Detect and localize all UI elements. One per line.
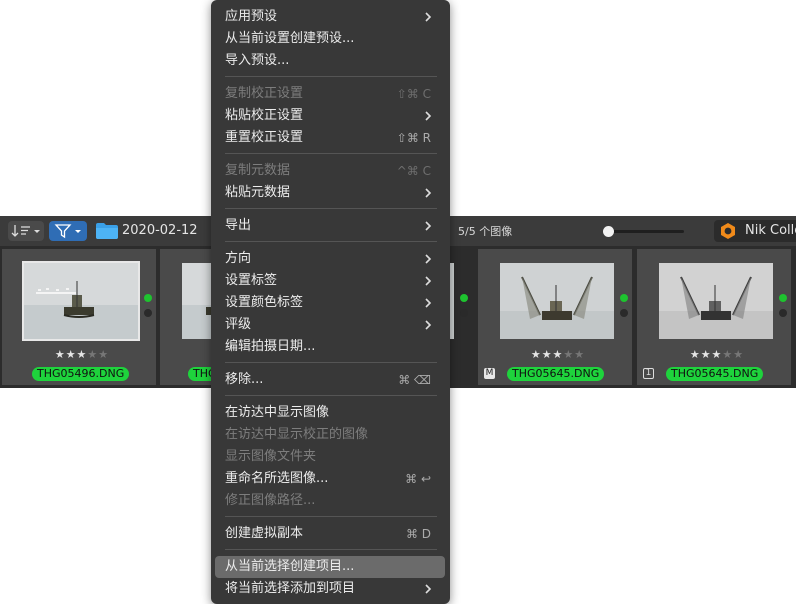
menu-separator	[225, 76, 437, 77]
menu-item-set-label[interactable]: 设置标签	[215, 270, 445, 292]
sort-button[interactable]	[8, 221, 44, 241]
shortcut-label: ^⌘ C	[396, 164, 431, 178]
menu-item-rating[interactable]: 评级	[215, 314, 445, 336]
menu-item-paste-correction[interactable]: 粘贴校正设置	[215, 105, 445, 127]
status-dot-green	[144, 294, 152, 302]
chevron-right-icon	[425, 298, 432, 308]
thumbnail[interactable]	[659, 263, 773, 339]
menu-item-rename-selected[interactable]: 重命名所选图像... ⌘ ↩	[215, 468, 445, 490]
menu-separator	[225, 516, 437, 517]
chevron-right-icon	[425, 584, 432, 594]
chevron-right-icon	[425, 254, 432, 264]
chevron-right-icon	[425, 111, 432, 121]
photo-trawler-image	[500, 263, 614, 339]
star-rating[interactable]: ★★★★★	[478, 349, 638, 361]
context-menu: 应用预设 从当前设置创建预设... 导入预设... 复制校正设置 ⇧⌘ C 粘贴…	[211, 0, 450, 604]
menu-separator	[225, 208, 437, 209]
menu-separator	[225, 153, 437, 154]
photo-boat-image	[24, 263, 138, 339]
chevron-right-icon	[425, 188, 432, 198]
status-dot	[144, 309, 152, 317]
star-rating[interactable]: ★★★★★	[637, 349, 796, 361]
filename-badge: THG05645.DNG	[666, 367, 764, 381]
photo-trawler-bw-image	[659, 263, 773, 339]
status-dot	[460, 309, 468, 317]
thumbnail-edge	[450, 263, 454, 339]
menu-item-create-preset[interactable]: 从当前设置创建预设...	[215, 28, 445, 50]
status-dot-green	[620, 294, 628, 302]
nik-collection-label: Nik Colle	[745, 223, 796, 238]
menu-item-show-in-finder[interactable]: 在访达中显示图像	[215, 402, 445, 424]
chevron-right-icon	[425, 221, 432, 231]
image-count: 5/5 个图像	[458, 225, 513, 238]
menu-item-remove[interactable]: 移除... ⌘ ⌫	[215, 369, 445, 391]
chevron-right-icon	[425, 12, 432, 22]
menu-item-export[interactable]: 导出	[215, 215, 445, 237]
shortcut-label: ⌘ ⌫	[398, 373, 431, 387]
menu-item-reset-correction[interactable]: 重置校正设置 ⇧⌘ R	[215, 127, 445, 149]
shortcut-label: ⇧⌘ C	[396, 87, 431, 101]
thumbnail[interactable]	[500, 263, 614, 339]
nik-collection-icon	[721, 223, 735, 239]
menu-item-show-corrected-in-finder: 在访达中显示校正的图像	[225, 427, 369, 442]
menu-item-import-preset[interactable]: 导入预设...	[215, 50, 445, 72]
menu-item-orientation[interactable]: 方向	[215, 248, 445, 270]
menu-item-create-project[interactable]: 从当前选择创建项目...	[215, 556, 445, 578]
sort-lines-icon	[11, 225, 40, 237]
folder-name[interactable]: 2020-02-12	[122, 224, 198, 238]
filename-badge: THG05496.DNG	[32, 367, 130, 381]
shortcut-label: ⇧⌘ R	[396, 131, 431, 145]
menu-item-create-virtual-copy[interactable]: 创建虚拟副本 ⌘ D	[215, 523, 445, 545]
menu-separator	[225, 241, 437, 242]
thumbnail-size-slider[interactable]	[604, 230, 684, 233]
menu-item-fix-image-path: 修正图像路径...	[225, 493, 316, 508]
folder-icon	[96, 223, 118, 239]
filter-button[interactable]	[49, 221, 87, 241]
shortcut-label: ⌘ ↩	[405, 472, 431, 486]
menu-item-edit-capture-date[interactable]: 编辑拍摄日期...	[215, 336, 445, 358]
menu-separator	[225, 549, 437, 550]
star-rating[interactable]: ★★★★★	[2, 349, 162, 361]
thumbnail[interactable]	[22, 261, 140, 341]
status-dot-green	[460, 294, 468, 302]
menu-item-apply-preset[interactable]: 应用预设	[215, 6, 445, 28]
shortcut-label: ⌘ D	[405, 527, 431, 541]
filmstrip-item[interactable]: ★★★★★ THG05496.DNG	[2, 249, 156, 385]
filmstrip-item[interactable]: ★★★★★ M THG05645.DNG	[478, 249, 632, 385]
menu-item-set-color-label[interactable]: 设置颜色标签	[215, 292, 445, 314]
status-dot	[779, 309, 787, 317]
chevron-right-icon	[425, 276, 432, 286]
master-badge: M	[484, 368, 495, 379]
nik-collection-button[interactable]: Nik Colle	[714, 220, 796, 242]
slider-knob[interactable]	[603, 226, 614, 237]
variant-badge: 1	[643, 368, 654, 379]
menu-item-add-to-project[interactable]: 将当前选择添加到项目	[215, 578, 445, 600]
menu-item-copy-metadata: 复制元数据 ^⌘ C	[225, 163, 431, 178]
filename-badge: THG05645.DNG	[507, 367, 605, 381]
menu-separator	[225, 362, 437, 363]
menu-separator	[225, 395, 437, 396]
status-dot	[620, 309, 628, 317]
menu-item-copy-correction: 复制校正设置 ⇧⌘ C	[225, 86, 431, 101]
menu-item-paste-metadata[interactable]: 粘贴元数据	[215, 182, 445, 204]
menu-item-show-image-folder: 显示图像文件夹	[225, 449, 317, 464]
status-dot-green	[779, 294, 787, 302]
filter-funnel-icon	[54, 224, 81, 239]
filmstrip-item[interactable]: ★★★★★ 1 THG05645.DNG	[637, 249, 791, 385]
chevron-right-icon	[425, 320, 432, 330]
